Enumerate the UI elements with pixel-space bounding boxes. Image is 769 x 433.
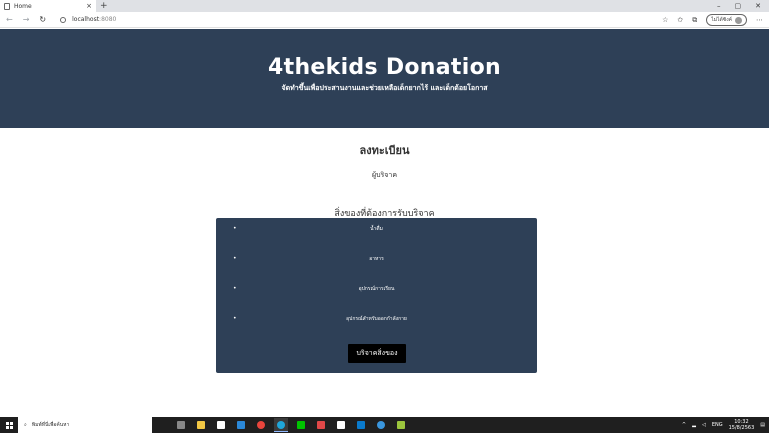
windows-logo-icon (5, 421, 13, 429)
needs-panel: น้ำดื่ม อาหาร อุปกรณ์การเรียน อุปกรณ์สำห… (216, 218, 537, 373)
profile-button[interactable]: ไม่ได้ซิงค์ (706, 14, 747, 26)
app-check-icon[interactable] (334, 418, 348, 432)
page-content: 4thekids Donation จัดทำขึ้นเพื่อประสานงา… (0, 29, 769, 417)
page-subtitle: จัดทำขึ้นเพื่อประสานงานและช่วยเหลือเด็กย… (281, 84, 488, 92)
avatar (735, 16, 742, 24)
browser-toolbar: ☆ ✩ ⧉ ไม่ได้ซิงค์ ⋯ (662, 12, 763, 28)
page-title: 4thekids Donation (268, 55, 501, 80)
url-host: localhost (72, 16, 100, 23)
forward-button[interactable]: → (23, 15, 30, 24)
list-item: อุปกรณ์สำหรับออกกำลังกาย (216, 308, 537, 338)
reload-button[interactable]: ↻ (39, 15, 46, 24)
hero-banner: 4thekids Donation จัดทำขึ้นเพื่อประสานงา… (0, 29, 769, 128)
network-icon[interactable]: ▂ (692, 422, 696, 428)
search-icon: ⌕ (24, 422, 27, 428)
address-bar: ← → ↻ localhost :8080 ☆ ✩ ⧉ ไม่ได้ซิงค์ … (0, 12, 769, 28)
taskbar-search[interactable]: ⌕ พิมพ์ที่นี่เพื่อค้นหา (18, 417, 152, 433)
more-menu-icon[interactable]: ⋯ (756, 16, 763, 24)
favorite-star-icon[interactable]: ☆ (662, 16, 668, 24)
list-item: อาหาร (216, 248, 537, 278)
new-tab-button[interactable]: + (100, 1, 108, 11)
edge-icon[interactable] (274, 418, 288, 432)
task-view-icon[interactable] (174, 418, 188, 432)
store-icon[interactable] (214, 418, 228, 432)
taskbar-apps (174, 418, 408, 432)
info-icon[interactable] (60, 16, 67, 23)
line-icon[interactable] (294, 418, 308, 432)
file-explorer-icon[interactable] (194, 418, 208, 432)
browser-tab-bar: Home × + – ▢ ✕ (0, 0, 769, 12)
chrome-icon[interactable] (254, 418, 268, 432)
mail-icon[interactable] (234, 418, 248, 432)
favorites-icon[interactable]: ✩ (677, 16, 683, 24)
window-controls: – ▢ ✕ (717, 0, 761, 12)
notifications-icon[interactable]: ▤ (760, 422, 765, 428)
donate-items-button[interactable]: บริจาคสิ่งของ (348, 344, 406, 363)
paint-icon[interactable] (314, 418, 328, 432)
profile-label: ไม่ได้ซิงค์ (711, 17, 732, 23)
app-blue-icon[interactable] (374, 418, 388, 432)
taskbar: ⌕ พิมพ์ที่นี่เพื่อค้นหา ^ ▂ ◁ ENG 10:32 … (0, 417, 769, 433)
clock[interactable]: 10:32 15/8/2563 (729, 419, 755, 431)
clock-date: 15/8/2563 (728, 425, 755, 431)
minimize-button[interactable]: – (717, 2, 721, 10)
register-heading: ลงทะเบียน (359, 144, 410, 157)
browser-tab[interactable]: Home × (0, 0, 96, 12)
page-icon (4, 2, 10, 10)
language-indicator[interactable]: ENG (712, 422, 723, 428)
volume-icon[interactable]: ◁ (702, 422, 706, 428)
app-green-icon[interactable] (394, 418, 408, 432)
needs-list: น้ำดื่ม อาหาร อุปกรณ์การเรียน อุปกรณ์สำห… (216, 218, 537, 338)
vscode-icon[interactable] (354, 418, 368, 432)
maximize-button[interactable]: ▢ (735, 2, 742, 10)
start-button[interactable] (0, 417, 18, 433)
close-window-button[interactable]: ✕ (755, 2, 761, 10)
list-item: อุปกรณ์การเรียน (216, 278, 537, 308)
collections-icon[interactable]: ⧉ (692, 16, 697, 25)
list-item: น้ำดื่ม (216, 218, 537, 248)
close-tab-icon[interactable]: × (86, 2, 92, 10)
back-button[interactable]: ← (6, 15, 13, 24)
system-tray: ^ ▂ ◁ ENG 10:32 15/8/2563 ▤ (682, 417, 765, 433)
register-subheading: ผู้บริจาค (371, 171, 398, 179)
url-field[interactable]: localhost :8080 (60, 16, 116, 23)
tray-chevron-icon[interactable]: ^ (682, 422, 686, 428)
url-port: :8080 (99, 16, 117, 23)
search-placeholder: พิมพ์ที่นี่เพื่อค้นหา (31, 422, 70, 428)
tab-title: Home (14, 2, 32, 10)
